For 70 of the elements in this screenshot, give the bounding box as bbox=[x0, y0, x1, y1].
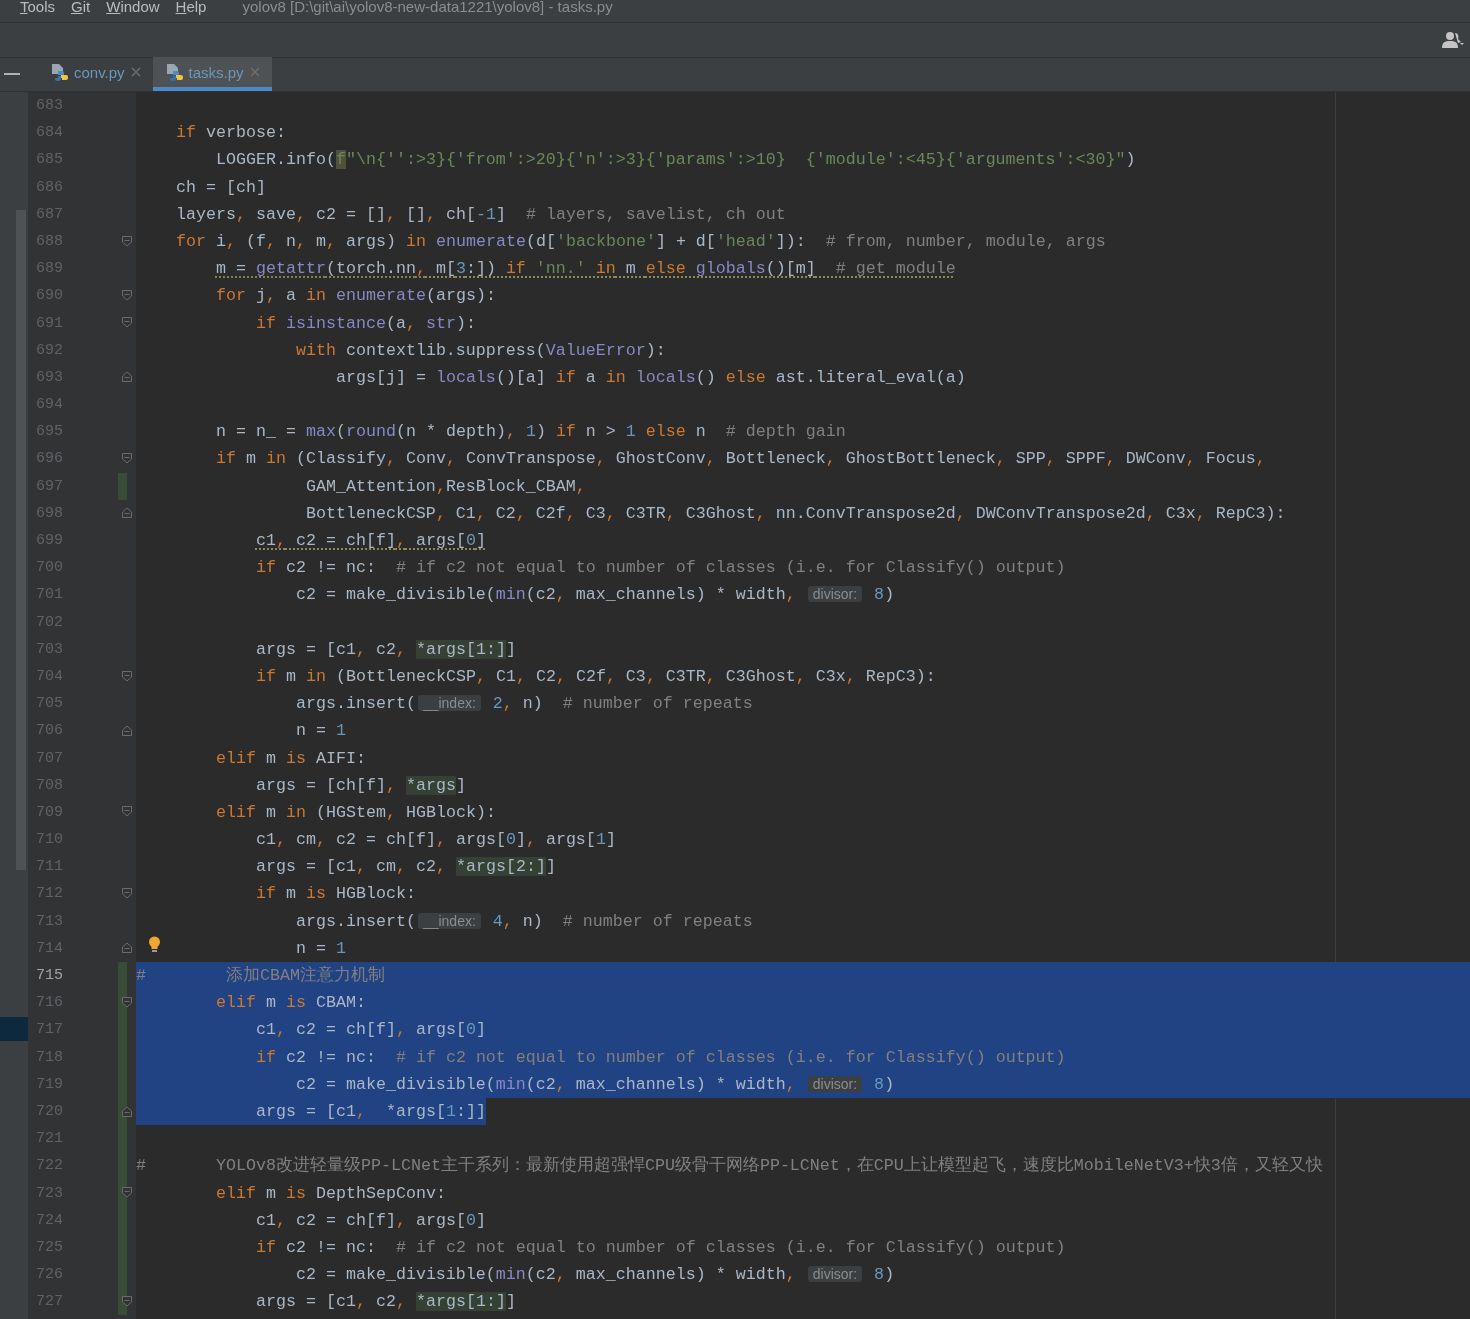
code-line: elif m is AIFI: bbox=[215, 747, 366, 770]
code-line: ch = [ch] bbox=[176, 176, 266, 199]
fold-marker-icon[interactable] bbox=[122, 724, 133, 737]
code-line: elif m is CBAM: bbox=[215, 992, 366, 1015]
fold-marker-icon[interactable] bbox=[122, 317, 133, 330]
code-line: if c2 != nc: # if c2 not equal to number of classes (i.e. for Classify() output) bbox=[255, 1046, 1066, 1069]
window-title: yolov8 [D:\git\ai\yolov8-new-data1221\yolov8] - tasks.py bbox=[242, 0, 613, 14]
code-line: with contextlib.suppress(ValueError): bbox=[295, 339, 666, 362]
code-line: c1, cm, c2 = ch[f], args[0], args[1] bbox=[255, 829, 616, 852]
lightbulb-icon[interactable] bbox=[148, 935, 161, 953]
code-line: n = 1 bbox=[295, 720, 346, 743]
code-line: if c2 != nc: # if c2 not equal to number of classes (i.e. for Classify() output) bbox=[255, 1236, 1066, 1259]
fold-marker-icon[interactable] bbox=[122, 670, 133, 683]
code-line: GAM_Attention,ResBlock_CBAM, bbox=[305, 475, 586, 498]
fold-marker-icon[interactable] bbox=[122, 235, 133, 248]
fold-marker-icon[interactable] bbox=[122, 1295, 133, 1308]
code-line: args.insert( __index: 4, n) # number of repeats bbox=[295, 910, 753, 933]
code-line: args = [c1, c2, *args[1:]] bbox=[255, 1291, 516, 1314]
code-line: elif m is DepthSepConv: bbox=[215, 1182, 446, 1205]
fold-marker-icon[interactable] bbox=[122, 888, 133, 901]
python-file-icon bbox=[164, 63, 183, 81]
code-line: if verbose: bbox=[176, 122, 286, 145]
line-number: 715 bbox=[35, 966, 63, 986]
code-line: n = 1 bbox=[295, 937, 346, 960]
fold-marker-icon[interactable] bbox=[122, 1187, 133, 1200]
code-line: args = [c1, *args[1:]] bbox=[255, 1100, 486, 1123]
code-line: args = [ch[f], *args] bbox=[255, 774, 466, 797]
python-file-icon bbox=[50, 63, 68, 81]
code-line: elif m in (HGStem, HGBlock): bbox=[215, 801, 496, 824]
code-line: layers, save, c2 = [], [], ch[-1] # layers, savelist, ch out bbox=[176, 203, 786, 226]
fold-marker-icon[interactable] bbox=[122, 507, 133, 520]
code-line: args = [c1, cm, c2, *args[2:]] bbox=[255, 856, 556, 879]
code-line: c1, c2 = ch[f], args[0] bbox=[255, 1209, 486, 1232]
fold-marker-icon[interactable] bbox=[122, 806, 133, 819]
code-line: args = [c1, c2, *args[1:]] bbox=[255, 638, 516, 661]
code-line: n = n_ = max(round(n * depth), 1) if n > 1 else n # depth gain bbox=[215, 421, 846, 444]
code-line: # 添加CBAM注意力机制 bbox=[136, 965, 385, 987]
fold-marker-icon[interactable] bbox=[122, 371, 133, 384]
code-line: if isinstance(a, str): bbox=[255, 312, 476, 335]
code-line: c2 = make_divisible(min(c2, max_channels) * width, divisor: 8) bbox=[295, 1073, 895, 1096]
close-icon[interactable] bbox=[130, 67, 141, 77]
code-line: args[j] = locals()[a] if a in locals() else ast.literal_eval(a) bbox=[335, 366, 966, 389]
code-line: c2 = make_divisible(min(c2, max_channels) * width, divisor: 8) bbox=[295, 584, 895, 607]
code-line: if m in (Classify, Conv, ConvTranspose, GhostConv, Bottleneck, GhostBottleneck, SPP, SPPF, DWConv, Focus, bbox=[215, 448, 1266, 471]
code-line: # YOLOv8改进轻量级PP-LCNet主干系列：最新使用超强悍CPU级骨干网络PP-LCNet，在CPU上让模型起飞，速度比MobileNetV3+快3倍，又轻又快 bbox=[136, 1154, 1323, 1178]
minimize-icon[interactable] bbox=[4, 73, 20, 76]
menu-item[interactable]: Tools bbox=[12, 0, 64, 14]
code-line: c1, c2 = ch[f], args[0] bbox=[255, 530, 486, 552]
fold-marker-icon[interactable] bbox=[122, 453, 133, 466]
strip-marker bbox=[0, 1017, 28, 1041]
code-line: m = getattr(torch.nn, m[3:]) if 'nn.' in m else globals()[m] # get module bbox=[215, 258, 956, 281]
code-line: for j, a in enumerate(args): bbox=[215, 285, 496, 308]
code-line: BottleneckCSP, C1, C2, C2f, C3, C3TR, C3Ghost, nn.ConvTranspose2d, DWConvTranspose2d, C3x, RepC3): bbox=[305, 502, 1286, 525]
fold-marker-icon[interactable] bbox=[122, 942, 133, 955]
editor-tab[interactable]: conv.py bbox=[38, 57, 153, 91]
fold-marker-icon[interactable] bbox=[122, 1105, 133, 1118]
menu-item[interactable]: Git bbox=[63, 0, 99, 14]
close-icon[interactable] bbox=[249, 67, 260, 77]
code-line: if m is HGBlock: bbox=[255, 883, 416, 906]
fold-marker-icon[interactable] bbox=[122, 289, 133, 302]
code-line: if m in (BottleneckCSP, C1, C2, C2f, C3, C3TR, C3Ghost, C3x, RepC3): bbox=[255, 665, 936, 688]
code-line: args.insert( __index: 2, n) # number of repeats bbox=[295, 693, 753, 716]
code-line: c2 = make_divisible(min(c2, max_channels) * width, divisor: 8) bbox=[295, 1264, 895, 1287]
menu-item[interactable]: Help bbox=[167, 0, 215, 14]
code-line: for i, (f, n, m, args) in enumerate(d['backbone'] + d['head']): # from, number, module, args bbox=[176, 230, 1106, 253]
fold-marker-icon[interactable] bbox=[122, 996, 133, 1009]
user-icon[interactable] bbox=[1442, 31, 1464, 49]
code-line: if c2 != nc: # if c2 not equal to number of classes (i.e. for Classify() output) bbox=[255, 557, 1066, 580]
menu-item[interactable]: Window bbox=[98, 0, 168, 14]
code-line: c1, c2 = ch[f], args[0] bbox=[255, 1019, 486, 1042]
